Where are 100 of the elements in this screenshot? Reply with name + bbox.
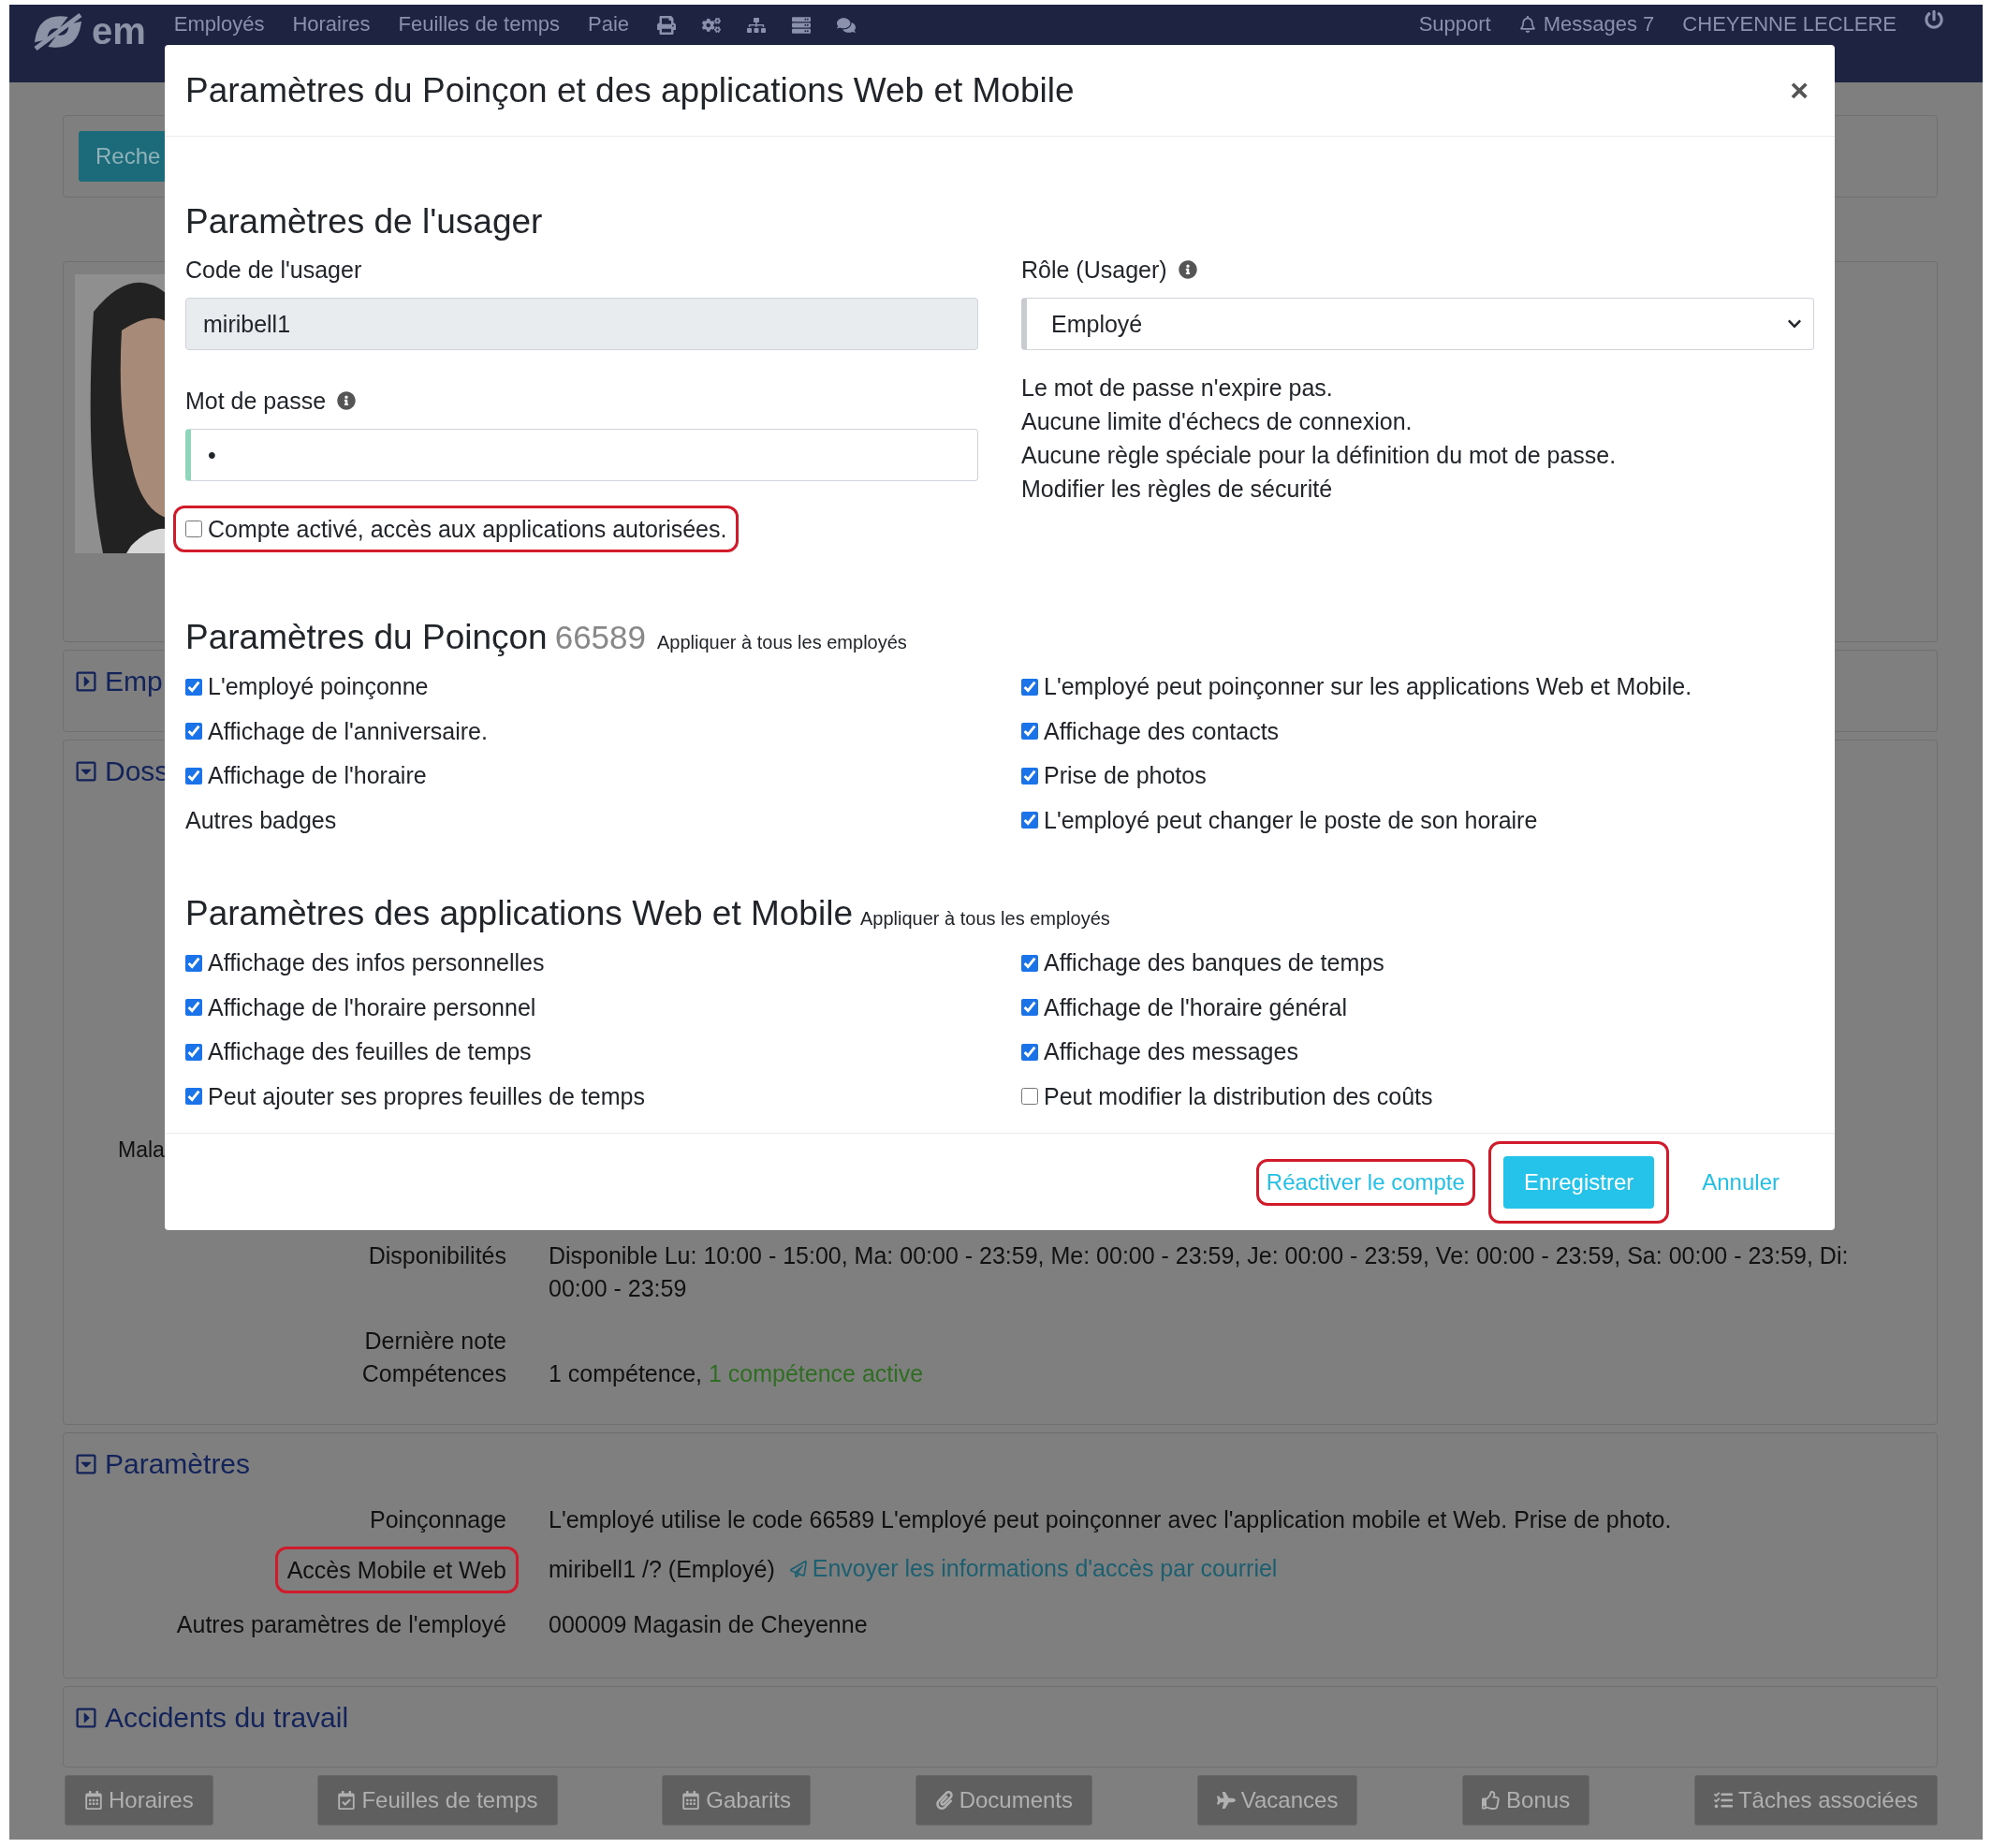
checkbox[interactable] <box>185 954 202 972</box>
checkbox-option[interactable]: Peut ajouter ses propres feuilles de temps <box>185 1074 978 1119</box>
field-value: L'employé utilise le code 66589 L'employé peut poinçonner avec l'application mobile et Web. Prise de photo. <box>549 1505 1673 1534</box>
power-icon[interactable] <box>1925 10 1943 29</box>
server-icon[interactable] <box>792 16 811 35</box>
toolbar-button[interactable]: Feuilles de temps <box>317 1775 558 1826</box>
checkbox[interactable] <box>185 678 202 696</box>
checkbox[interactable] <box>1021 999 1038 1017</box>
checkbox-option[interactable]: Compte activé, accès aux applications autorisées. <box>173 506 740 552</box>
info-text: Le mot de passe n'expire pas. <box>1021 374 1334 403</box>
plane-icon <box>1216 1791 1236 1810</box>
dialog-title: Paramètres du Poinçon et des applications Web et Mobile <box>185 70 1076 110</box>
checkbox-option[interactable]: Affichage des infos personnelles <box>185 941 978 986</box>
nav-link[interactable]: Paie <box>587 10 629 38</box>
checkbox[interactable] <box>1021 954 1038 972</box>
password-field[interactable]: • <box>185 429 978 481</box>
field-label: Poinçonnage <box>370 1505 506 1534</box>
checkbox[interactable] <box>1021 767 1038 785</box>
section-title[interactable]: Emp <box>105 666 163 697</box>
checkbox-option[interactable]: Peut modifier la distribution des coûts <box>1021 1074 1814 1119</box>
info-text: Modifier les règles de sécurité <box>1021 475 1334 504</box>
checkbox-option[interactable]: Affichage des feuilles de temps <box>185 1030 978 1075</box>
apply-all-link[interactable]: Appliquer à tous les employés <box>859 908 1110 930</box>
checkbox-option[interactable]: Affichage des contacts <box>1021 709 1814 754</box>
field-value: Disponible Lu: 10:00 - 15:00, Ma: 00:00 - 23:59, Me: 00:00 - 23:59, Je: 00:00 - 23:59, Ve: 00:00 - 23:59, Sa: 00:00 - 23:59, Di: 00:00 - 23:59 <box>549 1241 1850 1303</box>
field-label: Mot de passe <box>185 387 327 415</box>
expand-icon[interactable] <box>75 670 97 693</box>
expand-icon[interactable] <box>75 1707 97 1729</box>
close-button[interactable]: × <box>1784 72 1814 109</box>
checkbox[interactable] <box>1021 812 1038 829</box>
calendar-icon <box>84 1791 103 1810</box>
calendar-icon <box>681 1791 701 1810</box>
role-select[interactable]: Employé <box>1021 298 1814 350</box>
toolbar-button[interactable]: Tâches associées <box>1693 1775 1938 1826</box>
checkbox-option[interactable]: L'employé poinçonne <box>185 665 978 710</box>
logo-text: em <box>92 10 146 52</box>
username-field[interactable]: miribell1 <box>185 298 978 350</box>
info-icon[interactable] <box>337 391 357 410</box>
toolbar-button[interactable]: Bonus <box>1462 1775 1590 1826</box>
checkbox[interactable] <box>185 1088 202 1106</box>
field-label: Autres paramètres de l'employé <box>176 1610 506 1639</box>
field-value: miribell1 /? (Employé) Envoyer les informations d'accès par courriel <box>549 1552 1909 1608</box>
toolbar-button[interactable]: Documents <box>915 1775 1093 1826</box>
section-title[interactable]: Accidents du travail <box>105 1702 349 1734</box>
field-label: Rôle (Usager) <box>1021 256 1167 284</box>
list-icon <box>1713 1791 1733 1810</box>
field-label: Compétences <box>361 1359 506 1388</box>
toolbar-button[interactable]: Vacances <box>1196 1775 1358 1826</box>
nav-link[interactable]: Support <box>1418 10 1491 38</box>
info-icon[interactable] <box>1178 260 1197 279</box>
field-label: Accès Mobile et Web <box>274 1547 519 1593</box>
apply-all-link[interactable]: Appliquer à tous les employés <box>657 632 907 653</box>
chat-icon[interactable] <box>837 16 856 35</box>
nav-link[interactable]: Horaires <box>292 10 371 38</box>
checkbox[interactable] <box>1021 678 1038 696</box>
thumbs-up-icon <box>1482 1791 1501 1810</box>
checkbox-option[interactable]: Affichage de l'horaire général <box>1021 985 1814 1030</box>
checkbox-option[interactable]: Affichage des messages <box>1021 1030 1814 1075</box>
bell-icon <box>1518 16 1536 33</box>
user-menu[interactable]: CHEYENNE LECLERE <box>1682 10 1897 38</box>
logo-icon <box>32 10 84 52</box>
nav-link[interactable]: Feuilles de temps <box>398 10 560 38</box>
checkbox[interactable] <box>185 723 202 741</box>
info-text: Aucune règle spéciale pour la définition du mot de passe. <box>1021 441 1618 470</box>
checkbox[interactable] <box>1021 1088 1038 1106</box>
info-text: Aucune limite d'échecs de connexion. <box>1021 407 1413 436</box>
section-heading: Paramètres de l'usager <box>185 202 543 242</box>
collapse-icon[interactable] <box>75 1453 97 1475</box>
section-heading: Paramètres des applications Web et Mobile <box>185 894 853 933</box>
checkbox-option[interactable]: Affichage de l'anniversaire. <box>185 709 978 754</box>
sitemap-icon[interactable] <box>747 16 766 35</box>
checkbox-option[interactable]: Prise de photos <box>1021 754 1814 799</box>
checkbox-option[interactable]: Affichage des banques de temps <box>1021 941 1814 986</box>
nav-link[interactable]: Employés <box>173 10 265 38</box>
paperclip-icon <box>934 1791 954 1810</box>
checkbox-option[interactable]: Affichage de l'horaire <box>185 754 978 799</box>
field-value: 000009 Magasin de Cheyenne <box>549 1610 869 1639</box>
checkbox[interactable] <box>185 1043 202 1061</box>
checkbox-option[interactable]: Affichage de l'horaire personnel <box>185 985 978 1030</box>
paper-plane-icon <box>789 1560 807 1577</box>
field-label: Mala <box>118 1137 165 1163</box>
section-title[interactable]: Paramètres <box>105 1448 251 1480</box>
field-label: Dernière note <box>364 1327 506 1356</box>
punch-code: 66589 <box>554 619 646 656</box>
nav-link[interactable]: Messages 7 <box>1518 10 1655 38</box>
checkbox[interactable] <box>185 767 202 785</box>
field-label: Code de l'usager <box>185 256 362 284</box>
checkbox-option[interactable]: L'employé peut poinçonner sur les applications Web et Mobile. <box>1021 665 1814 710</box>
printer-icon[interactable] <box>657 16 676 35</box>
option-label: Autres badges <box>185 805 338 835</box>
checkbox[interactable] <box>1021 723 1038 741</box>
toolbar-button[interactable]: Horaires <box>65 1775 213 1826</box>
gears-icon[interactable] <box>702 16 721 35</box>
checkbox[interactable] <box>1021 1043 1038 1061</box>
toolbar-button[interactable]: Gabarits <box>662 1775 811 1826</box>
field-value: 1 compétence, 1 compétence active <box>549 1359 925 1388</box>
collapse-icon[interactable] <box>75 760 97 783</box>
checkbox[interactable] <box>185 521 202 537</box>
checkbox[interactable] <box>185 999 202 1017</box>
checkbox-option[interactable]: L'employé peut changer le poste de son horaire <box>1021 798 1814 843</box>
